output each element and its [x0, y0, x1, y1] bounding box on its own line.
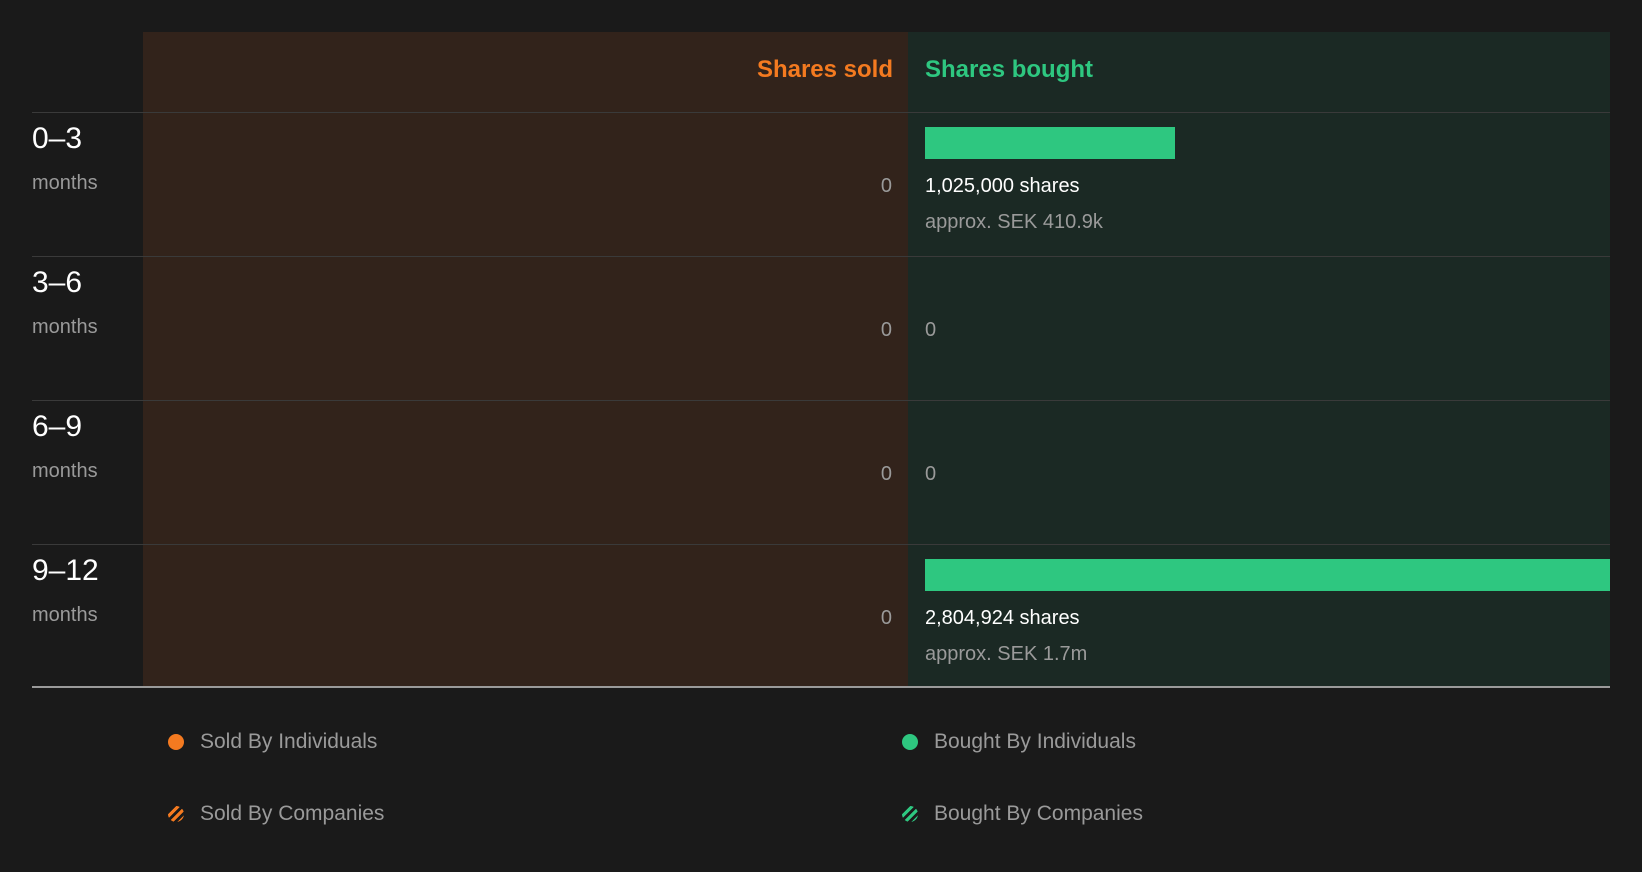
legend-striped-dot-icon [168, 806, 184, 822]
bought-approx-value: approx. SEK 1.7m [925, 643, 1088, 665]
legend-item: Sold By Individuals [168, 730, 377, 754]
legend-striped-dot-icon [902, 806, 918, 822]
period-unit-label: months [32, 460, 98, 482]
legend-item: Sold By Companies [168, 802, 384, 826]
legend-item: Bought By Individuals [902, 730, 1136, 754]
period-unit-label: months [32, 316, 98, 338]
legend-solid-dot-icon [902, 734, 918, 750]
shares-bought-header: Shares bought [925, 56, 1094, 83]
sold-value-label: 0 [880, 463, 892, 485]
bought-bar [925, 127, 1175, 159]
sold-value-label: 0 [880, 607, 892, 629]
period-row: 9–12 months 0 2,804,924 shares approx. SEK 1… [0, 544, 1642, 688]
sold-value-label: 0 [880, 319, 892, 341]
shares-sold-header: Shares sold [756, 56, 893, 83]
bought-value-label: 0 [925, 319, 937, 341]
bought-value-label: 0 [925, 463, 937, 485]
legend-label: Sold By Companies [200, 802, 385, 825]
period-unit-label: months [32, 604, 98, 626]
bought-shares-label: 2,804,924 shares [925, 607, 1080, 629]
period-row: 0–3 months 0 1,025,000 shares approx. SEK 41… [0, 112, 1642, 256]
legend-solid-dot-icon [168, 734, 184, 750]
sold-value-label: 0 [880, 175, 892, 197]
legend-label: Bought By Individuals [934, 730, 1136, 753]
period-range-label: 0–3 [32, 122, 83, 155]
legend-item: Bought By Companies [902, 802, 1143, 826]
legend-label: Bought By Companies [934, 802, 1143, 825]
period-range-label: 3–6 [32, 266, 83, 299]
period-unit-label: months [32, 172, 98, 194]
period-row: 6–9 months 0 0 [0, 400, 1642, 544]
bought-bar [925, 559, 1610, 591]
period-range-label: 9–12 [32, 554, 99, 587]
bought-shares-label: 1,025,000 shares [925, 175, 1080, 197]
legend-label: Sold By Individuals [200, 730, 378, 753]
bought-approx-value: approx. SEK 410.9k [925, 211, 1103, 233]
period-range-label: 6–9 [32, 410, 83, 443]
period-row: 3–6 months 0 0 [0, 256, 1642, 400]
